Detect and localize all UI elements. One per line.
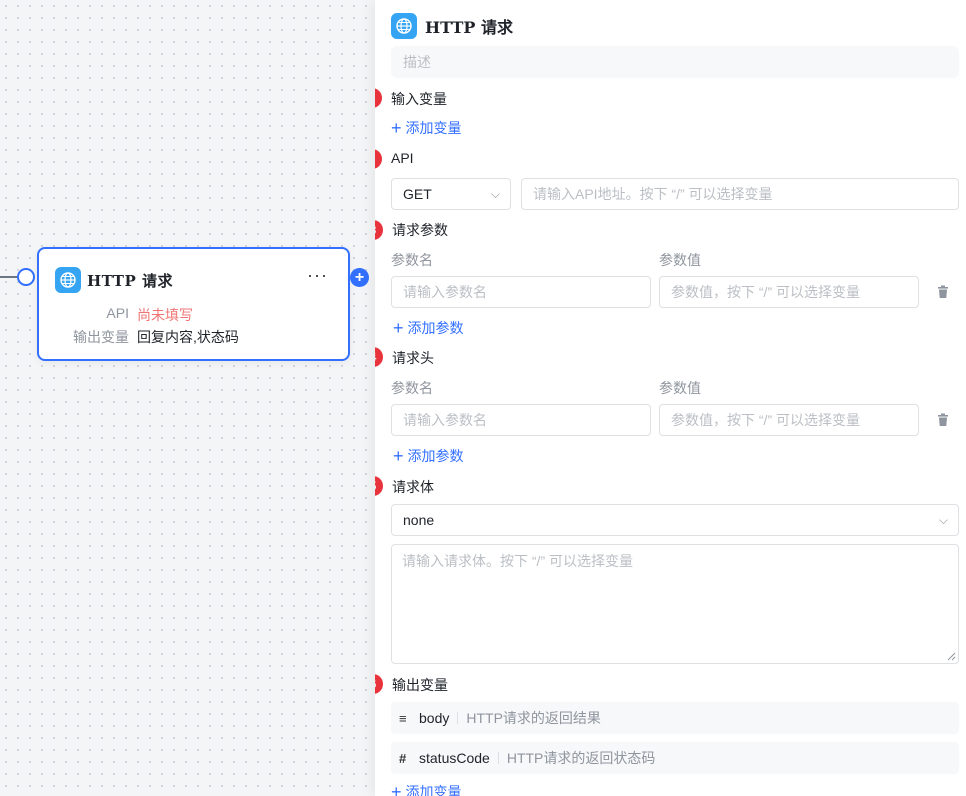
body-type-value: none	[403, 512, 435, 528]
section-label-input-vars: 输入变量	[391, 91, 447, 107]
more-icon[interactable]: ···	[307, 265, 328, 286]
add-output-variable-label: 添加变量	[405, 784, 462, 796]
section-label-headers: 请求头	[392, 350, 434, 366]
globe-icon	[55, 267, 81, 293]
output-var-row: # statusCode HTTP请求的返回状态码	[391, 742, 959, 774]
section-label-output: 输出变量	[392, 677, 448, 693]
output-var-desc: HTTP请求的返回结果	[466, 710, 601, 726]
node-header: HTTP 请求	[55, 267, 173, 293]
plus-icon: +	[391, 782, 402, 796]
output-var-name: statusCode	[419, 750, 490, 766]
node-settings-panel: HTTP 请求 描述 1 输入变量 + 添加变量 2 API GET ⌵ 请输入…	[375, 0, 966, 796]
trash-icon[interactable]	[936, 285, 950, 299]
add-param-button[interactable]: + 添加参数	[393, 318, 464, 338]
output-var-row: ≡ body HTTP请求的返回结果	[391, 702, 959, 734]
param-name-input[interactable]: 请输入参数名	[391, 276, 651, 308]
column-label-name: 参数名	[391, 380, 433, 396]
node-row-api: API 尚未填写	[39, 305, 348, 325]
plus-icon: +	[393, 446, 404, 466]
number-icon: #	[399, 750, 407, 766]
section-label-body: 请求体	[392, 479, 434, 495]
add-node-icon[interactable]: +	[350, 268, 369, 287]
add-header-label: 添加参数	[407, 448, 464, 464]
node-row-value: 尚未填写	[137, 307, 193, 323]
param-value-input[interactable]: 参数值，按下 “/” 可以选择变量	[659, 276, 919, 308]
body-textarea[interactable]: 请输入请求体。按下 “/” 可以选择变量	[391, 544, 959, 664]
globe-icon	[391, 13, 417, 39]
add-output-variable-button[interactable]: + 添加变量	[391, 782, 462, 796]
add-variable-button[interactable]: + 添加变量	[391, 118, 462, 138]
plus-icon: +	[391, 118, 402, 138]
api-url-input[interactable]: 请输入API地址。按下 “/” 可以选择变量	[521, 178, 959, 210]
node-row-key: API	[106, 305, 129, 321]
step-badge: 6	[375, 674, 383, 694]
step-badge: 2	[375, 149, 382, 169]
step-badge: 3	[375, 220, 383, 240]
node-row-value: 回复内容,状态码	[137, 329, 239, 345]
header-value-input[interactable]: 参数值，按下 “/” 可以选择变量	[659, 404, 919, 436]
body-placeholder: 请输入请求体。按下 “/” 可以选择变量	[402, 553, 633, 569]
add-param-label: 添加参数	[407, 320, 464, 336]
column-label-name: 参数名	[391, 252, 433, 268]
add-header-button[interactable]: + 添加参数	[393, 446, 464, 466]
divider	[497, 752, 499, 764]
node-row-key: 输出变量	[73, 329, 129, 345]
column-label-value: 参数值	[659, 252, 701, 268]
chevron-down-icon: ⌵	[938, 513, 948, 527]
panel-header: HTTP 请求	[391, 13, 513, 39]
resize-handle-icon[interactable]	[946, 651, 956, 661]
text-icon: ≡	[399, 710, 407, 726]
trash-icon[interactable]	[936, 413, 950, 427]
section-label-api: API	[391, 150, 414, 166]
plus-icon: +	[393, 318, 404, 338]
add-variable-label: 添加变量	[405, 120, 462, 136]
column-label-value: 参数值	[659, 380, 701, 396]
body-type-select[interactable]: none ⌵	[391, 504, 959, 536]
description-input[interactable]: 描述	[391, 46, 959, 78]
input-port[interactable]	[17, 268, 35, 286]
workflow-canvas[interactable]: HTTP 请求 ··· API 尚未填写 输出变量 回复内容,状态码 +	[0, 0, 375, 796]
step-badge: 4	[375, 347, 383, 367]
output-var-name: body	[419, 710, 450, 726]
node-title: HTTP 请求	[87, 271, 173, 290]
method-select[interactable]: GET ⌵	[391, 178, 511, 210]
method-value: GET	[403, 186, 432, 202]
http-request-node[interactable]: HTTP 请求 ··· API 尚未填写 输出变量 回复内容,状态码	[37, 247, 350, 361]
output-var-desc: HTTP请求的返回状态码	[506, 750, 656, 766]
chevron-down-icon: ⌵	[490, 187, 500, 201]
panel-title[interactable]: HTTP 请求	[425, 14, 513, 38]
header-name-input[interactable]: 请输入参数名	[391, 404, 651, 436]
section-label-params: 请求参数	[392, 222, 448, 238]
step-badge: 5	[375, 476, 383, 496]
step-badge: 1	[375, 88, 382, 108]
divider	[457, 712, 459, 724]
node-row-output: 输出变量 回复内容,状态码	[39, 327, 348, 347]
